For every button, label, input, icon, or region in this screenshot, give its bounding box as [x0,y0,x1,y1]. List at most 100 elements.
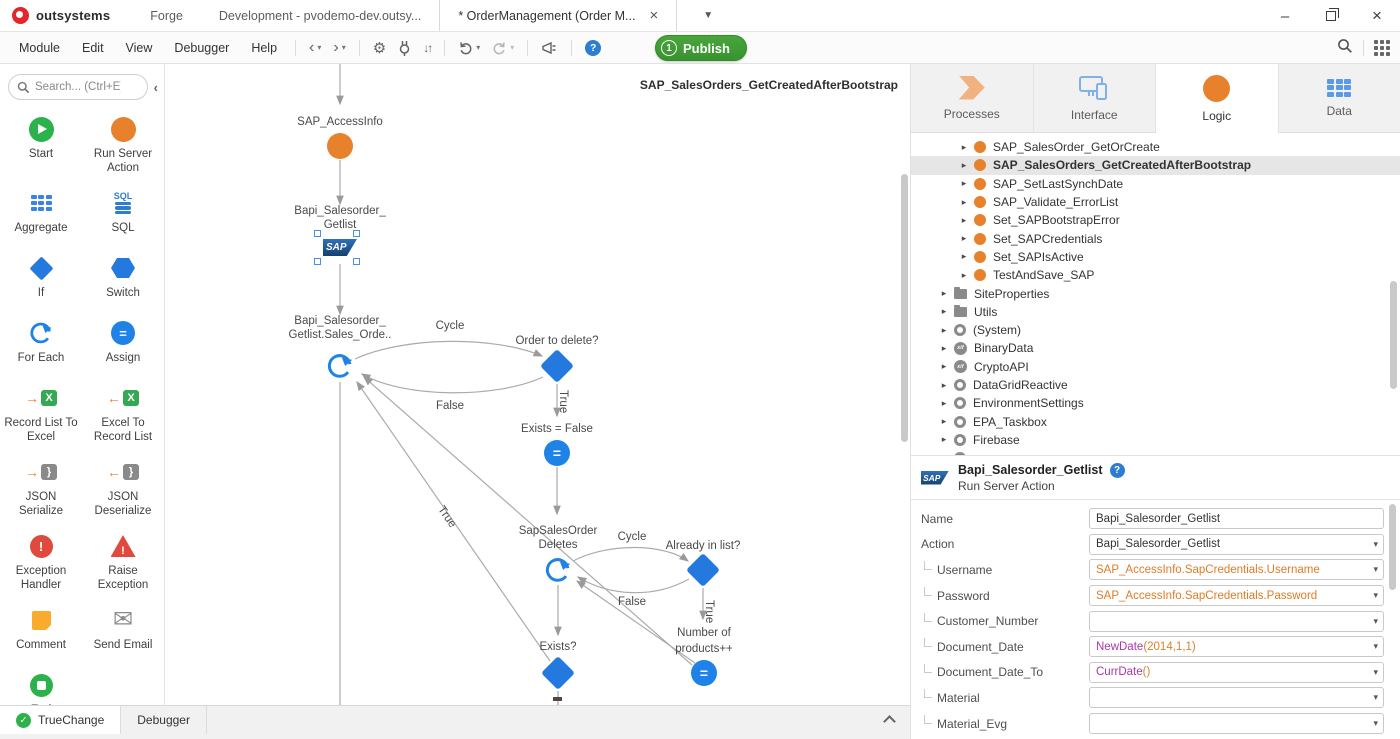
feedback-megaphone-icon[interactable] [535,41,564,55]
name-input[interactable]: Bapi_Salesorder_Getlist [1089,508,1384,529]
collapse-toolbox-icon[interactable]: ‹ [154,80,158,95]
debug-plug-icon[interactable] [392,40,417,56]
tab-development[interactable]: Development - pvodemo-dev.outsy... [201,0,439,31]
document-date-select[interactable]: NewDate(2014,1,1)▾ [1089,636,1384,657]
tree-item-reference[interactable]: ▸xifCryptoAPI [911,358,1400,376]
tool-run-server-action[interactable]: Run Server Action [82,114,164,175]
close-tab-icon[interactable]: × [649,8,658,23]
tree-item-action[interactable]: ▸SAP_Validate_ErrorList [911,193,1400,211]
tool-json-serialize[interactable]: →} JSON Serialize [0,457,82,518]
expand-arrow-icon[interactable]: ▸ [939,343,949,354]
tree-item-folder[interactable]: ▸SiteProperties [911,284,1400,302]
expand-arrow-icon[interactable]: ▸ [959,251,969,262]
toolbox-search-input[interactable] [35,81,121,93]
canvas-vertical-scrollbar[interactable] [901,174,908,442]
tool-excel-to-record-list[interactable]: ←X Excel To Record List [82,383,164,444]
tree-item-reference[interactable]: ▸xifBinaryData [911,339,1400,357]
tool-aggregate[interactable]: Aggregate [0,188,82,240]
tool-assign[interactable]: = Assign [82,318,164,370]
expand-arrow-icon[interactable]: ▸ [959,197,969,208]
redo-button[interactable]: ▾ [486,40,520,55]
tree-item-reference[interactable]: ▸DataGridReactive [911,376,1400,394]
undo-button[interactable]: ▾ [452,40,486,55]
tree-item-action[interactable]: ▸SAP_SetLastSynchDate [911,175,1400,193]
expand-arrow-icon[interactable]: ▸ [939,361,949,372]
expand-arrow-icon[interactable]: ▸ [939,306,949,317]
global-search-icon[interactable] [1337,38,1353,59]
close-window-button[interactable]: × [1354,6,1400,26]
expand-arrow-icon[interactable]: ▸ [939,325,949,336]
node-foreach2[interactable] [543,555,573,585]
menu-debugger[interactable]: Debugger [163,41,240,55]
selection-handle[interactable] [314,230,321,237]
node-assign-number-of-products[interactable]: = [691,660,717,686]
tree-item-action-selected[interactable]: ▸SAP_SalesOrders_GetCreatedAfterBootstra… [911,156,1400,174]
navigate-back-button[interactable]: ‹▾ [303,40,327,56]
tab-logic[interactable]: Logic [1156,64,1279,133]
tree-item-action[interactable]: ▸Set_SAPBootstrapError [911,211,1400,229]
document-date-to-select[interactable]: CurrDate()▾ [1089,662,1384,683]
tool-raise-exception[interactable]: ! Raise Exception [82,531,164,592]
expand-arrow-icon[interactable]: ▸ [959,270,969,281]
tab-data[interactable]: Data [1279,64,1400,133]
tool-for-each[interactable]: For Each [0,318,82,370]
tool-json-deserialize[interactable]: ←} JSON Deserialize [82,457,164,518]
customer-number-select[interactable]: ▾ [1089,611,1384,632]
settings-gear-icon[interactable]: ⚙ [367,39,392,57]
selection-handle[interactable] [314,258,321,265]
tab-forge[interactable]: Forge [132,0,201,31]
expand-arrow-icon[interactable]: ▸ [959,215,969,226]
toolbox-search[interactable] [8,74,148,100]
flow-canvas[interactable]: SAP_SalesOrders_GetCreatedAfterBootstrap… [165,64,910,705]
tool-comment[interactable]: Comment [0,605,82,657]
action-select[interactable]: Bapi_Salesorder_Getlist▾ [1089,534,1384,555]
material-evg-select[interactable]: ▾ [1089,713,1384,734]
tab-ordermanagement[interactable]: * OrderManagement (Order M... × [439,0,677,31]
node-assign-exists-false[interactable]: = [544,440,570,466]
help-icon[interactable]: ? [1110,463,1125,478]
node-bapi-salesorder-getlist[interactable]: SAP [323,239,357,256]
tab-list-dropdown[interactable]: ▼ [677,0,739,31]
tree-item-action[interactable]: ▸SAP_SalesOrder_GetOrCreate [911,138,1400,156]
menu-help[interactable]: Help [240,41,288,55]
tree-item-reference[interactable]: ▸(System) [911,321,1400,339]
tree-item-action[interactable]: ▸Set_SAPIsActive [911,248,1400,266]
tool-start[interactable]: Start [0,114,82,175]
tool-sql[interactable]: SQL SQL [82,188,164,240]
app-switcher-icon[interactable] [1374,40,1390,56]
properties-vertical-scrollbar[interactable] [1389,504,1396,590]
expand-arrow-icon[interactable]: ▸ [939,434,949,445]
expand-arrow-icon[interactable]: ▸ [959,160,969,171]
selection-handle[interactable] [353,230,360,237]
material-select[interactable]: ▾ [1089,687,1384,708]
password-select[interactable]: SAP_AccessInfo.SapCredentials.Password▾ [1089,585,1384,606]
menu-module[interactable]: Module [8,41,71,55]
expand-arrow-icon[interactable]: ▸ [959,178,969,189]
menu-view[interactable]: View [115,41,164,55]
tree-item-reference[interactable]: ▸Firebase [911,431,1400,449]
help-button[interactable]: ? [579,40,607,56]
publish-button[interactable]: 1 Publish [655,35,747,61]
collapse-panel-chevron-icon[interactable] [883,715,896,728]
expand-arrow-icon[interactable]: ▸ [939,380,949,391]
tool-send-email[interactable]: ✉ Send Email [82,605,164,657]
tree-vertical-scrollbar[interactable] [1390,281,1397,389]
tool-exception-handler[interactable]: ! Exception Handler [0,531,82,592]
expand-arrow-icon[interactable]: ▸ [939,453,949,455]
node-foreach1[interactable] [325,351,355,381]
selection-handle[interactable] [353,258,360,265]
debugger-tab[interactable]: Debugger [121,706,207,734]
tab-interface[interactable]: Interface [1034,64,1157,133]
expand-arrow-icon[interactable]: ▸ [939,416,949,427]
node-sap-accessinfo[interactable] [327,133,353,159]
tool-switch[interactable]: Switch [82,253,164,305]
tool-record-list-to-excel[interactable]: →X Record List To Excel [0,383,82,444]
truechange-tab[interactable]: ✓ TrueChange [0,706,121,734]
tree-item-action[interactable]: ▸TestAndSave_SAP [911,266,1400,284]
expand-arrow-icon[interactable]: ▸ [959,142,969,153]
menu-edit[interactable]: Edit [71,41,115,55]
username-select[interactable]: SAP_AccessInfo.SapCredentials.Username▾ [1089,559,1384,580]
minimize-button[interactable]: – [1262,8,1308,25]
restore-button[interactable] [1308,8,1354,25]
navigate-forward-button[interactable]: ›▾ [327,40,351,56]
